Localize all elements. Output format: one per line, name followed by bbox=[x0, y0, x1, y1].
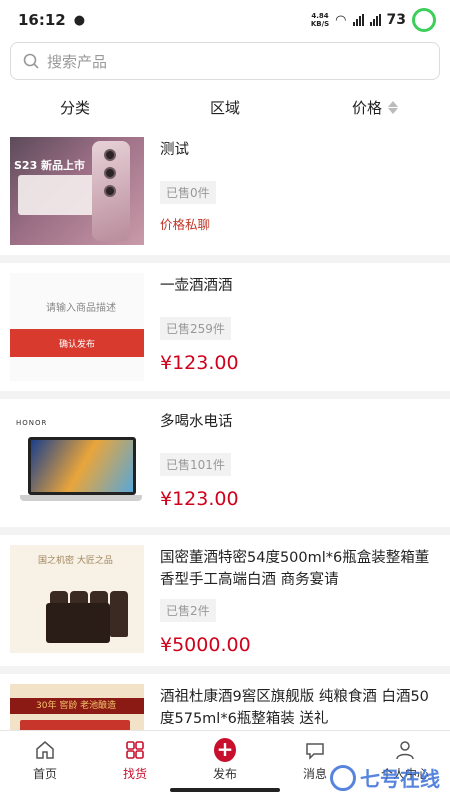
product-title: 酒祖杜康酒9窖区旗舰版 纯粮食酒 白酒50度575ml*6瓶整箱装 送礼 bbox=[160, 689, 429, 727]
filter-category[interactable]: 分类 bbox=[0, 97, 150, 118]
user-icon bbox=[394, 739, 416, 761]
product-list: S23 新品上市 测试 已售0件 价格私聊 请输入商品描述 确认发布 一壶酒酒酒… bbox=[0, 127, 450, 730]
filter-category-label: 分类 bbox=[59, 99, 90, 117]
home-icon bbox=[34, 739, 56, 761]
filter-region-label: 区域 bbox=[209, 99, 240, 117]
product-image: 请输入商品描述 确认发布 bbox=[10, 273, 144, 381]
chat-icon bbox=[304, 739, 326, 761]
home-indicator bbox=[170, 788, 280, 792]
sold-count: 已售101件 bbox=[160, 453, 231, 476]
product-title: 多喝水电话 bbox=[160, 414, 233, 430]
product-image: 国之机密 大匠之品 bbox=[10, 545, 144, 653]
battery-level: 73 bbox=[386, 12, 406, 28]
product-title: 测试 bbox=[160, 142, 189, 158]
chat-notification-icon: ● bbox=[73, 12, 86, 28]
product-price: ¥5000.00 bbox=[160, 634, 251, 656]
product-card[interactable]: 30年 窖龄 老池酿造 酒祖杜康酒9窖区旗舰版 纯粮食酒 白酒50度575ml*… bbox=[0, 674, 450, 730]
sold-count: 已售0件 bbox=[160, 181, 216, 204]
product-card[interactable]: HONOR 多喝水电话 已售101件 ¥123.00 bbox=[0, 399, 450, 527]
filter-region[interactable]: 区域 bbox=[150, 97, 300, 118]
grid-icon bbox=[124, 739, 146, 761]
tab-home-label: 首页 bbox=[32, 767, 57, 781]
product-card[interactable]: S23 新品上市 测试 已售0件 价格私聊 bbox=[0, 127, 450, 255]
product-price: ¥123.00 bbox=[160, 352, 239, 374]
product-image: S23 新品上市 bbox=[10, 137, 144, 245]
search-icon bbox=[23, 53, 39, 69]
watermark: 七号在线 bbox=[330, 763, 440, 792]
watermark-logo-icon bbox=[330, 764, 356, 791]
status-time: 16:12 bbox=[18, 11, 66, 29]
signal-icon-2 bbox=[369, 14, 381, 26]
product-title: 一壶酒酒酒 bbox=[160, 278, 233, 294]
filter-price[interactable]: 价格 bbox=[300, 97, 450, 118]
network-speed: 4.84 KB/S bbox=[310, 12, 330, 28]
sold-count: 已售259件 bbox=[160, 317, 231, 340]
sort-icon bbox=[388, 101, 398, 114]
search-input[interactable]: 搜索产品 bbox=[10, 42, 440, 80]
filter-bar: 分类 区域 价格 bbox=[0, 88, 450, 128]
search-bar: 搜索产品 bbox=[0, 40, 450, 88]
search-placeholder: 搜索产品 bbox=[47, 52, 108, 71]
plus-icon: + bbox=[214, 738, 236, 762]
product-price: 价格私聊 bbox=[160, 217, 211, 232]
filter-price-label: 价格 bbox=[351, 99, 382, 117]
product-price: ¥123.00 bbox=[160, 488, 239, 510]
product-title: 国密董酒特密54度500ml*6瓶盒装整箱董香型手工高端白酒 商务宴请 bbox=[160, 550, 430, 588]
tab-home[interactable]: 首页 bbox=[0, 731, 90, 800]
tab-messages-label: 消息 bbox=[302, 767, 327, 781]
battery-icon bbox=[412, 8, 436, 32]
watermark-text: 七号在线 bbox=[360, 767, 440, 791]
tab-find-goods[interactable]: 找货 bbox=[90, 731, 180, 800]
sold-count: 已售2件 bbox=[160, 599, 216, 622]
status-bar: 16:12 ● 4.84 KB/S ◠ 73 bbox=[0, 0, 450, 40]
tab-publish-label: 发布 bbox=[212, 767, 237, 781]
product-image: 30年 窖龄 老池酿造 bbox=[10, 684, 144, 730]
product-card[interactable]: 国之机密 大匠之品 国密董酒特密54度500ml*6瓶盒装整箱董香型手工高端白酒… bbox=[0, 535, 450, 666]
product-card[interactable]: 请输入商品描述 确认发布 一壶酒酒酒 已售259件 ¥123.00 bbox=[0, 263, 450, 391]
wifi-icon: ◠ bbox=[335, 12, 347, 28]
tab-find-goods-label: 找货 bbox=[122, 767, 147, 781]
product-image: HONOR bbox=[10, 409, 144, 517]
signal-icon bbox=[352, 14, 364, 26]
